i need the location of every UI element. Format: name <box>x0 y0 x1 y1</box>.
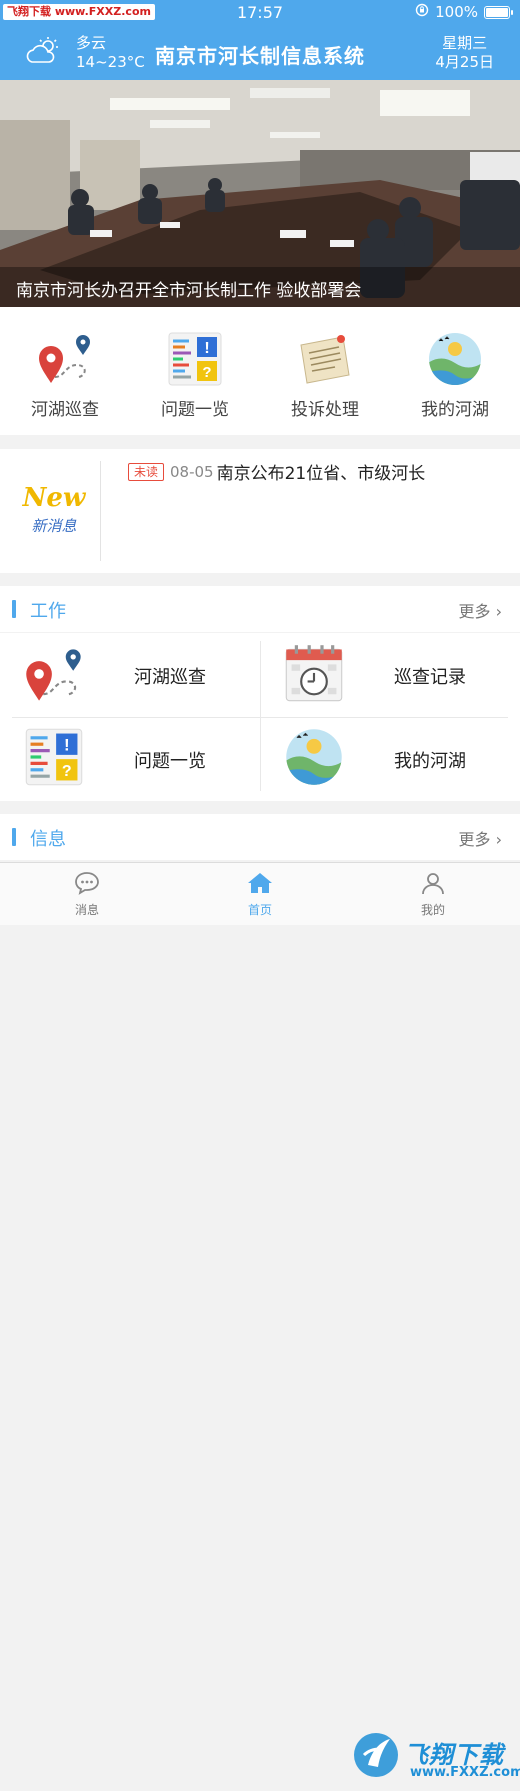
tab-profile[interactable]: 我的 <box>346 871 520 918</box>
river-landscape-icon <box>429 333 481 385</box>
svg-text:?: ? <box>62 763 72 780</box>
header: 飞翔下载 www.FXXZ.com 17:57 100% 多云 14~23°C … <box>0 0 520 80</box>
banner-caption: 南京市河长办召开全市河长制工作 验收部署会 <box>16 281 362 301</box>
issue-list-icon: ! ? <box>168 332 222 386</box>
work-item-patrol-records[interactable]: 巡查记录 <box>260 633 520 717</box>
info-more-link[interactable]: 更多 › <box>458 826 502 850</box>
weekday: 星期三 <box>442 34 488 52</box>
quick-action-label: 问题一览 <box>161 400 229 420</box>
chevron-right-icon: › <box>495 830 502 849</box>
news-headline[interactable]: 南京公布21位省、市级河长 <box>217 459 426 484</box>
tab-label: 消息 <box>74 903 99 917</box>
svg-text:?: ? <box>202 364 211 381</box>
map-pin-route-icon <box>39 335 90 383</box>
quick-action-label: 投诉处理 <box>291 400 359 420</box>
river-landscape-icon <box>286 729 342 785</box>
work-item-river-patrol[interactable]: 河湖巡查 <box>0 633 260 717</box>
chat-bubble-icon <box>75 872 99 895</box>
work-item-label: 我的河湖 <box>394 751 466 772</box>
date: 4月25日 <box>435 53 494 71</box>
issue-list-icon: ! ? <box>25 728 83 786</box>
quick-action-river-patrol[interactable]: 河湖巡查 <box>0 307 130 435</box>
more-label: 更多 <box>458 830 491 849</box>
work-item-label: 巡查记录 <box>394 667 466 688</box>
info-section-title: 信息 <box>30 829 66 850</box>
tab-messages[interactable]: 消息 <box>0 871 174 918</box>
new-logo-caption: 新消息 <box>31 517 77 535</box>
work-grid: 河湖巡查 巡查记录 ! ? 问题一览 我的河湖 <box>0 633 520 801</box>
news-date: 08-05 <box>170 462 214 481</box>
complaint-note-icon <box>300 335 350 384</box>
watermark: 飞翔下载 www.FXXZ.com <box>352 1725 520 1787</box>
news-panel[interactable]: New 新消息 未读 08-05 南京公布21位省、市级河长 <box>0 449 520 573</box>
divider <box>100 461 101 561</box>
status-right: 100% <box>415 3 513 21</box>
quick-actions: 河湖巡查 ! ? 问题一览 投诉处理 我的河湖 <box>0 307 520 435</box>
tab-label: 首页 <box>247 903 272 917</box>
section-accent-bar <box>12 828 16 846</box>
date-info: 星期三 4月25日 <box>435 34 494 72</box>
unread-badge: 未读 <box>128 462 165 481</box>
banner-caption-bar: 南京市河长办召开全市河长制工作 验收部署会 <box>0 267 520 307</box>
chevron-right-icon: › <box>495 602 502 621</box>
work-section-title: 工作 <box>30 601 66 622</box>
svg-text:!: ! <box>204 340 209 357</box>
tab-bar: 消息 首页 我的 飞翔下载 www.FXXZ.com <box>0 862 520 1780</box>
work-item-issue-list[interactable]: ! ? 问题一览 <box>0 717 260 801</box>
quick-action-label: 河湖巡查 <box>31 400 99 420</box>
section-accent-bar <box>12 600 16 618</box>
battery-percent: 100% <box>435 3 478 21</box>
tab-label: 我的 <box>420 903 445 917</box>
svg-text:!: ! <box>64 736 70 755</box>
status-bar: 飞翔下载 www.FXXZ.com 17:57 100% <box>0 0 520 26</box>
watermark-url: www.FXXZ.com <box>410 1765 520 1780</box>
more-label: 更多 <box>458 602 491 621</box>
calendar-clock-icon <box>285 645 343 702</box>
home-icon <box>248 873 272 893</box>
person-icon <box>422 873 444 895</box>
work-item-label: 河湖巡查 <box>134 667 206 688</box>
work-item-my-rivers[interactable]: 我的河湖 <box>260 717 520 801</box>
rotation-lock-icon <box>415 3 429 21</box>
info-section-header: 信息 更多 › <box>0 814 520 860</box>
quick-action-complaints[interactable]: 投诉处理 <box>260 307 390 435</box>
work-section-header: 工作 更多 › <box>0 586 520 632</box>
battery-icon <box>484 5 513 19</box>
news-item[interactable]: 未读 08-05 南京公布21位省、市级河长 <box>128 459 425 484</box>
banner-carousel[interactable]: 南京市河长办召开全市河长制工作 验收部署会 <box>0 80 520 307</box>
work-item-label: 问题一览 <box>134 751 206 772</box>
work-more-link[interactable]: 更多 › <box>458 598 502 622</box>
new-message-logo: New 新消息 <box>14 485 94 545</box>
new-logo-word: New <box>22 483 86 513</box>
map-pin-route-icon <box>26 649 81 701</box>
tab-home[interactable]: 首页 <box>173 871 347 918</box>
quick-action-my-rivers[interactable]: 我的河湖 <box>390 307 520 435</box>
quick-action-label: 我的河湖 <box>421 400 489 420</box>
quick-action-issue-list[interactable]: ! ? 问题一览 <box>130 307 260 435</box>
